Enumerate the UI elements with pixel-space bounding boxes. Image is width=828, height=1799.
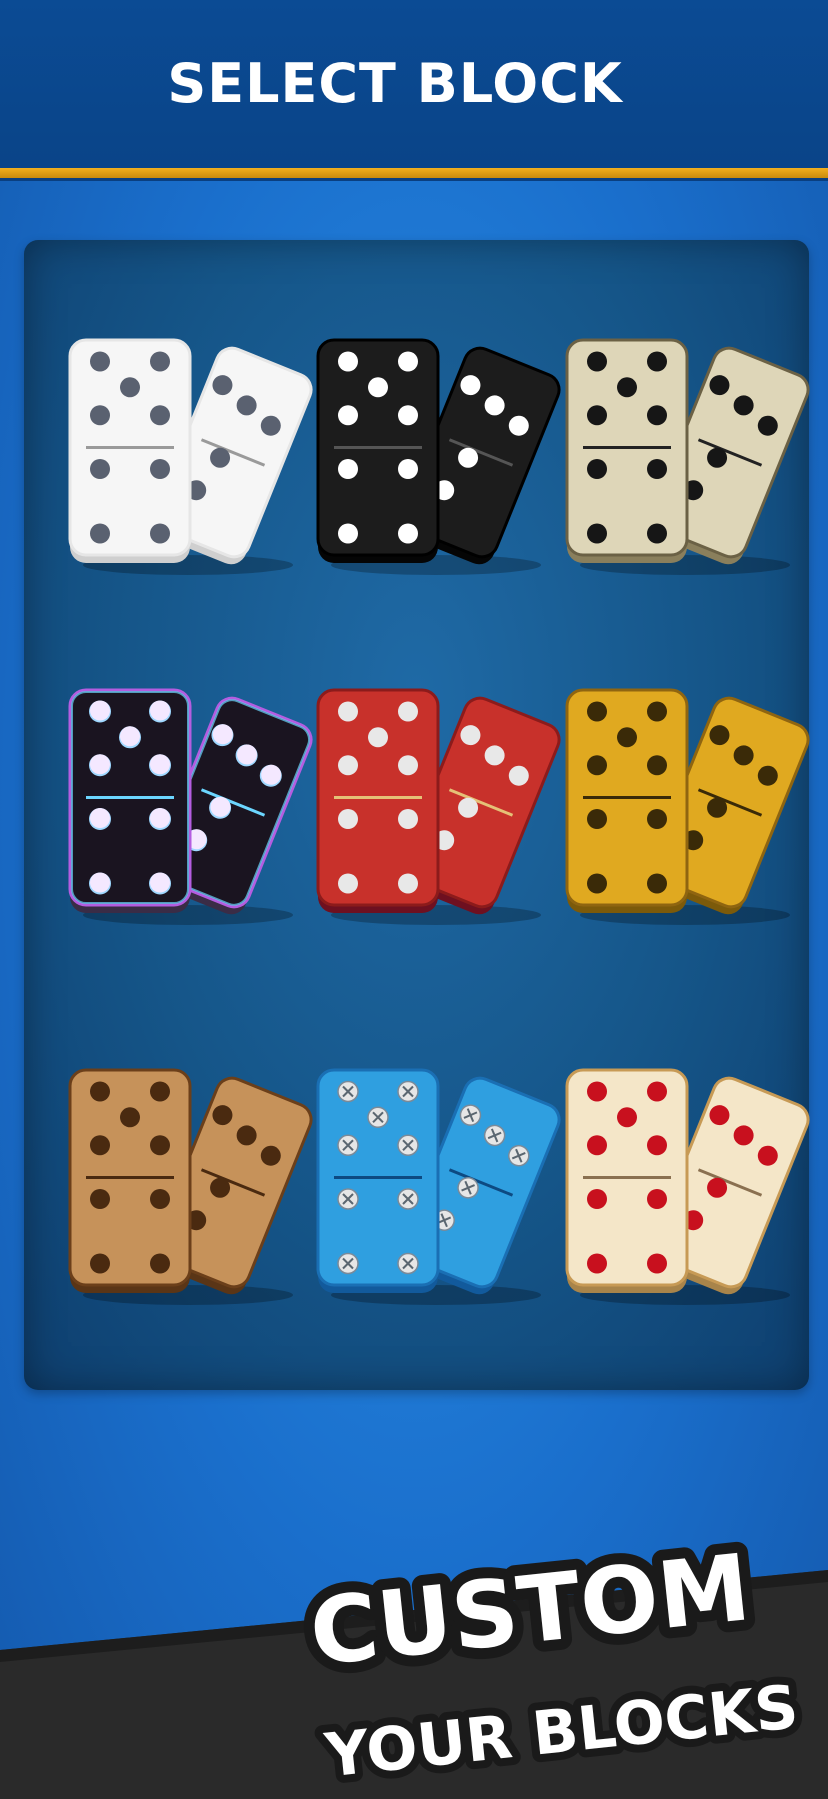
- domino-front-tile: [316, 338, 440, 563]
- domino-front-tile: [316, 1068, 440, 1293]
- domino-pair-art: [316, 1068, 561, 1305]
- block-option-classic-white[interactable]: [68, 335, 313, 580]
- domino-front-tile: [565, 1068, 689, 1293]
- domino-front-tile: [68, 1068, 192, 1293]
- block-option-red[interactable]: [316, 685, 561, 930]
- domino-front-tile: [316, 688, 440, 913]
- domino-pair-art: [316, 688, 561, 925]
- block-option-ivory[interactable]: [565, 335, 810, 580]
- domino-pair-art: [316, 338, 561, 575]
- domino-pair-art: [68, 688, 313, 925]
- block-option-neon[interactable]: [68, 685, 313, 930]
- domino-pair-art: [68, 1068, 313, 1305]
- domino-pair-art: [565, 1068, 810, 1305]
- block-option-black[interactable]: [316, 335, 561, 580]
- block-option-blue-screws[interactable]: [316, 1065, 561, 1310]
- domino-front-tile: [68, 338, 192, 563]
- header-divider: [0, 168, 828, 181]
- domino-pair-art: [68, 338, 313, 575]
- block-option-gold[interactable]: [565, 685, 810, 930]
- promo-banner: CUSTOM CUSTOM YOUR BLOCKS YOUR BLOCKS: [0, 1530, 828, 1799]
- block-option-wood[interactable]: [68, 1065, 313, 1310]
- domino-front-tile: [565, 338, 689, 563]
- header-bar: SELECT BLOCK: [0, 0, 828, 168]
- domino-pair-art: [565, 338, 810, 575]
- promo-banner-art: CUSTOM CUSTOM YOUR BLOCKS YOUR BLOCKS: [0, 1530, 828, 1799]
- domino-front-tile: [68, 688, 192, 913]
- domino-pair-art: [565, 688, 810, 925]
- domino-front-tile: [565, 688, 689, 913]
- block-option-cream-red[interactable]: [565, 1065, 810, 1310]
- page-title: SELECT BLOCK: [167, 52, 623, 115]
